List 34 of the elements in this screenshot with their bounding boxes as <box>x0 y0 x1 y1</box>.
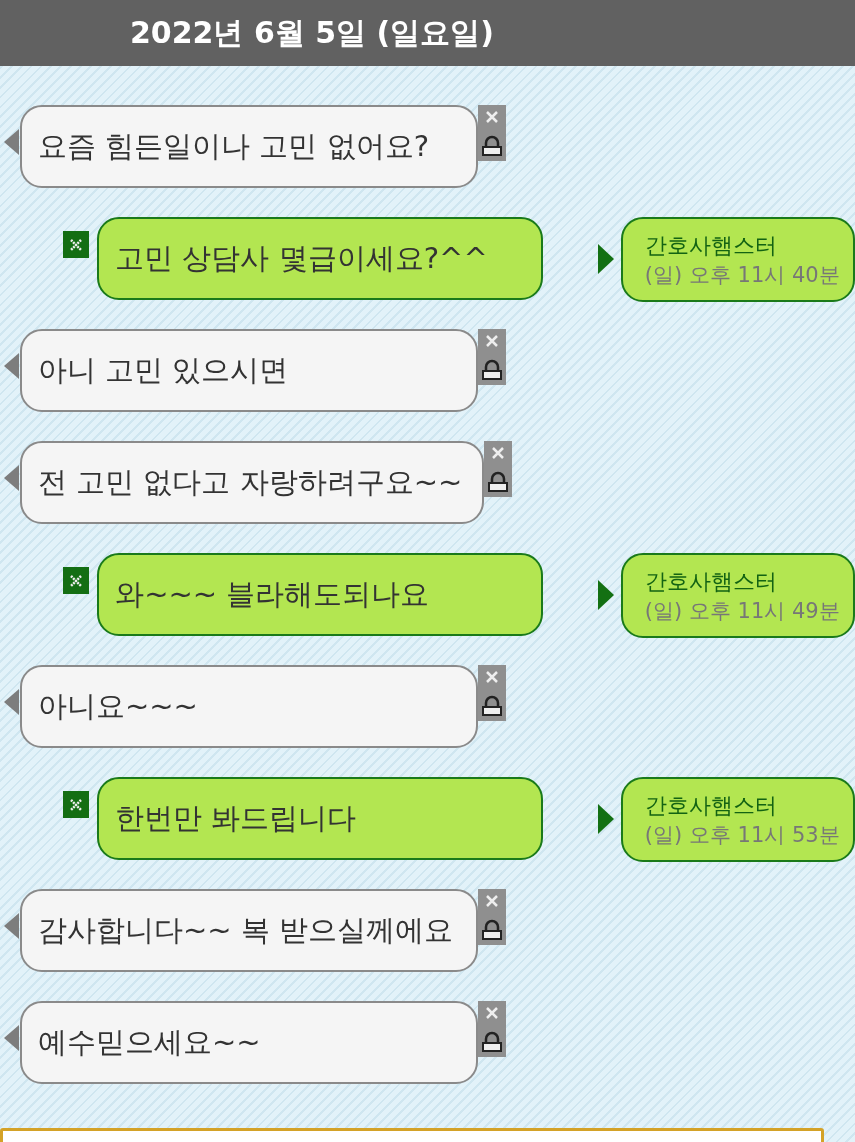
message-time: (일) 오후 11시 40분 <box>644 262 841 289</box>
message-time: (일) 오후 11시 49분 <box>644 598 841 625</box>
message-bubble: 한번만 봐드립니다 <box>97 777 543 860</box>
sender-name: 간호사햄스터 <box>644 792 778 820</box>
close-icon[interactable] <box>491 446 506 460</box>
close-icon[interactable] <box>485 110 499 124</box>
delete-button[interactable] <box>63 791 90 818</box>
sender-name: 간호사햄스터 <box>644 232 778 260</box>
message-bubble: 아니 고민 있으시면 <box>20 329 478 412</box>
lock-icon[interactable] <box>481 134 503 156</box>
close-icon <box>69 797 84 812</box>
message-bubble: 아니요~~~ <box>20 665 478 748</box>
message-bubble: 예수믿으세요~~ <box>20 1001 478 1084</box>
close-icon[interactable] <box>485 1006 499 1020</box>
close-icon[interactable] <box>485 894 499 908</box>
message-bubble: 와~~~ 블라해도되나요 <box>97 553 543 636</box>
close-icon <box>69 237 84 252</box>
lock-icon[interactable] <box>481 694 503 716</box>
message-time: (일) 오후 11시 53분 <box>644 822 841 849</box>
lock-icon[interactable] <box>481 358 503 380</box>
lock-icon[interactable] <box>487 470 510 492</box>
message-bubble: 감사합니다~~ 복 받으실께에요 <box>20 889 478 972</box>
message-bubble: 요즘 힘든일이나 고민 없어요? <box>20 105 478 188</box>
close-icon[interactable] <box>485 334 499 348</box>
close-icon <box>69 573 84 588</box>
date-title: 2022년 6월 5일 (일요일) <box>130 13 494 52</box>
sender-name: 간호사햄스터 <box>644 568 778 596</box>
message-bubble: 고민 상담사 몇급이세요?^^ <box>97 217 543 300</box>
close-icon[interactable] <box>485 670 499 684</box>
delete-button[interactable] <box>63 231 90 258</box>
message-bubble: 전 고민 없다고 자랑하려구요~~ <box>20 441 485 524</box>
lock-icon[interactable] <box>481 1030 503 1052</box>
delete-button[interactable] <box>63 567 90 594</box>
lock-icon[interactable] <box>481 918 503 940</box>
